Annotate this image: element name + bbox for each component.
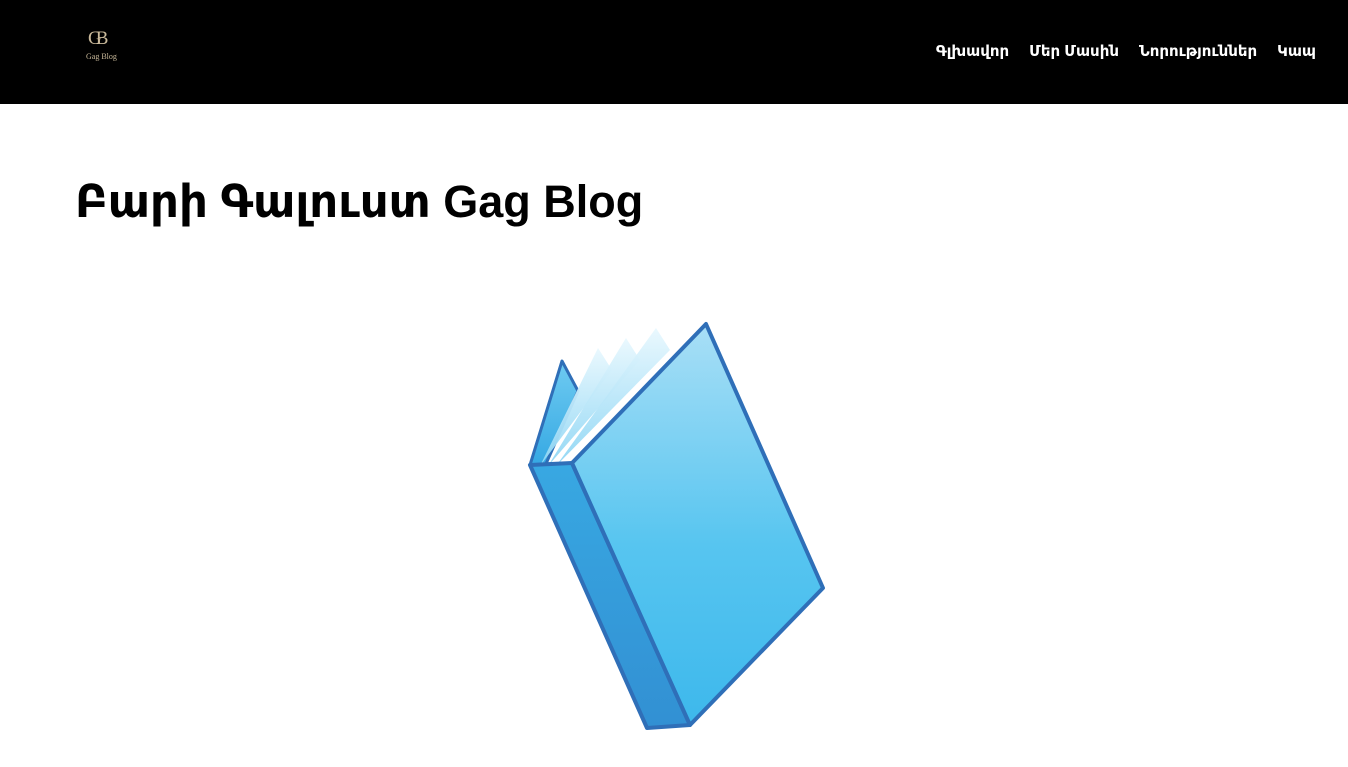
- nav-item-news[interactable]: Նորություններ: [1139, 42, 1257, 62]
- nav-item-about[interactable]: Մեր Մասին: [1029, 42, 1119, 62]
- main-nav: Գլխավոր Մեր Մասին Նորություններ Կապ: [936, 42, 1316, 62]
- site-header: GB Gag Blog Գլխավոր Մեր Մասին Նորություն…: [0, 0, 1348, 104]
- book-icon: [520, 318, 832, 738]
- site-logo[interactable]: GB Gag Blog: [84, 28, 118, 66]
- logo-text: Gag Blog: [86, 52, 117, 61]
- logo-monogram: GB: [88, 28, 109, 49]
- nav-item-home[interactable]: Գլխավոր: [936, 42, 1009, 62]
- nav-item-contact[interactable]: Կապ: [1277, 42, 1316, 62]
- book-svg: [528, 322, 825, 730]
- page-title: Բարի Գալուստ Gag Blog: [75, 176, 644, 227]
